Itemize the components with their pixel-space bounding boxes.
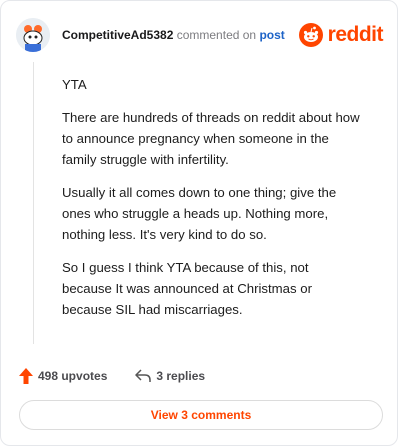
replies-count: 3 replies — [156, 369, 206, 383]
comment-paragraph: YTA — [62, 77, 87, 92]
commented-on-text: commented on — [176, 28, 257, 42]
thread-line — [33, 62, 34, 344]
upvote-button[interactable]: 498 upvotes — [19, 368, 107, 384]
username[interactable]: CompetitiveAd5382 — [62, 28, 173, 42]
byline: CompetitiveAd5382 commented on post — [62, 28, 285, 42]
reddit-logo-icon — [298, 23, 323, 47]
upvote-count: 498 upvotes — [38, 369, 108, 383]
comment-paragraph: Usually it all comes down to one thing; … — [62, 185, 337, 242]
upvote-arrow-icon — [19, 368, 33, 384]
comment-body: YTA There are hundreds of threads on red… — [62, 74, 362, 332]
comment-card: CompetitiveAd5382 commented on post redd… — [0, 0, 398, 446]
comment-actions: 498 upvotes 3 replies — [19, 366, 205, 386]
comment-paragraph: So I guess I think YTA because of this, … — [62, 260, 312, 317]
reply-arrow-icon — [135, 369, 152, 382]
replies-button[interactable]: 3 replies — [135, 369, 205, 383]
comment-paragraph: There are hundreds of threads on reddit … — [62, 110, 360, 167]
reddit-brand[interactable]: reddit — [298, 22, 384, 48]
comment-header: CompetitiveAd5382 commented on post redd… — [16, 18, 384, 54]
avatar[interactable] — [16, 18, 50, 52]
post-link[interactable]: post — [259, 28, 284, 42]
reddit-wordmark: reddit — [327, 23, 384, 46]
view-comments-button[interactable]: View 3 comments — [19, 400, 383, 430]
